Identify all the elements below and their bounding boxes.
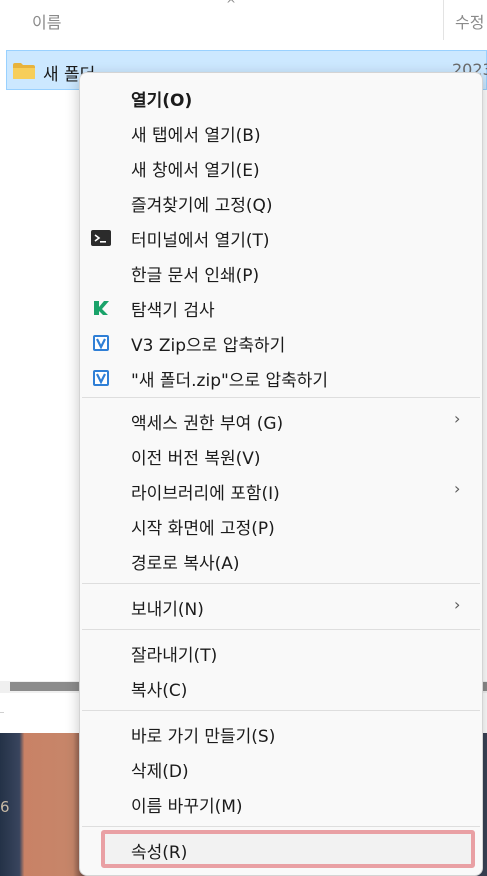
menu-item-include-library[interactable]: 라이브러리에 포함(I) › <box>80 474 482 509</box>
taskbar-number: 6 <box>0 798 10 816</box>
menu-item-copy[interactable]: 복사(C) <box>80 671 482 706</box>
menu-item-restore-previous[interactable]: 이전 버전 복원(V) <box>80 439 482 474</box>
menu-item-label: 복사(C) <box>131 681 188 701</box>
column-header-name[interactable]: 이름 <box>32 9 61 33</box>
menu-item-hwp-print[interactable]: 한글 문서 인쇄(P) <box>80 256 482 291</box>
sort-arrow-icon: ^ <box>226 0 237 11</box>
menu-item-label: "새 폴더.zip"으로 압축하기 <box>131 371 329 391</box>
menu-item-open-new-tab[interactable]: 새 탭에서 열기(B) <box>80 116 482 151</box>
menu-item-label: 이름 바꾸기(M) <box>131 797 243 817</box>
menu-item-label: V3 Zip으로 압축하기 <box>131 336 286 356</box>
context-menu: 열기(O) 새 탭에서 열기(B) 새 창에서 열기(E) 즐겨찾기에 고정(Q… <box>79 72 483 876</box>
menu-item-label: 새 창에서 열기(E) <box>131 161 260 181</box>
column-header-bar: 이름 ^ 수정 <box>0 0 487 40</box>
menu-item-label: 액세스 권한 부여 (G) <box>131 414 284 434</box>
menu-item-label: 경로로 복사(A) <box>131 554 240 574</box>
menu-item-v3-zip[interactable]: V3 Zip으로 압축하기 <box>80 326 482 361</box>
menu-separator <box>82 710 480 711</box>
menu-item-open-terminal[interactable]: 터미널에서 열기(T) <box>80 221 482 256</box>
menu-item-label: 열기(O) <box>131 91 193 111</box>
chevron-right-icon: › <box>454 479 461 498</box>
menu-item-pin-quick-access[interactable]: 즐겨찾기에 고정(Q) <box>80 186 482 221</box>
v3-zip-icon <box>93 370 109 386</box>
menu-item-label: 이전 버전 복원(V) <box>131 449 261 469</box>
menu-item-label: 새 탭에서 열기(B) <box>131 126 261 146</box>
menu-item-label: 잘라내기(T) <box>131 646 218 666</box>
menu-item-label: 바로 가기 만들기(S) <box>131 727 276 747</box>
status-bar-divider <box>0 712 4 713</box>
menu-item-pin-start[interactable]: 시작 화면에 고정(P) <box>80 509 482 544</box>
column-divider[interactable] <box>443 0 444 40</box>
menu-item-cut[interactable]: 잘라내기(T) <box>80 636 482 671</box>
menu-item-properties[interactable]: 속성(R) <box>80 833 482 868</box>
menu-separator <box>82 629 480 630</box>
menu-item-give-access[interactable]: 액세스 권한 부여 (G) › <box>80 404 482 439</box>
scan-icon <box>94 301 109 315</box>
folder-icon <box>13 63 35 79</box>
menu-item-label: 라이브러리에 포함(I) <box>131 484 280 504</box>
menu-item-label: 즐겨찾기에 고정(Q) <box>131 196 273 216</box>
menu-item-copy-as-path[interactable]: 경로로 복사(A) <box>80 544 482 579</box>
menu-item-label: 탐색기 검사 <box>131 301 215 321</box>
chevron-right-icon: › <box>454 595 461 614</box>
menu-item-label: 삭제(D) <box>131 762 189 782</box>
menu-separator <box>82 583 480 584</box>
desktop-screenshot: 이름 ^ 수정 새 폴더 2023 6 열기(O) 새 탭에서 열기(B) 새 … <box>0 0 487 876</box>
menu-item-label: 터미널에서 열기(T) <box>131 231 270 251</box>
chevron-right-icon: › <box>454 409 461 428</box>
menu-item-explorer-scan[interactable]: 탐색기 검사 <box>80 291 482 326</box>
menu-item-send-to[interactable]: 보내기(N) › <box>80 590 482 625</box>
menu-item-label: 속성(R) <box>131 843 188 863</box>
v3-zip-icon <box>93 335 109 351</box>
menu-item-open[interactable]: 열기(O) <box>80 81 482 116</box>
menu-item-open-new-window[interactable]: 새 창에서 열기(E) <box>80 151 482 186</box>
menu-separator <box>82 826 480 827</box>
menu-separator <box>82 397 480 398</box>
column-header-modified[interactable]: 수정 <box>455 9 484 33</box>
menu-item-v3-zip-named[interactable]: "새 폴더.zip"으로 압축하기 <box>80 361 482 396</box>
menu-item-rename[interactable]: 이름 바꾸기(M) <box>80 787 482 822</box>
menu-item-delete[interactable]: 삭제(D) <box>80 752 482 787</box>
terminal-icon <box>91 230 111 246</box>
menu-item-label: 보내기(N) <box>131 600 204 620</box>
menu-item-label: 시작 화면에 고정(P) <box>131 519 275 539</box>
menu-item-create-shortcut[interactable]: 바로 가기 만들기(S) <box>80 717 482 752</box>
menu-item-label: 한글 문서 인쇄(P) <box>131 266 260 286</box>
